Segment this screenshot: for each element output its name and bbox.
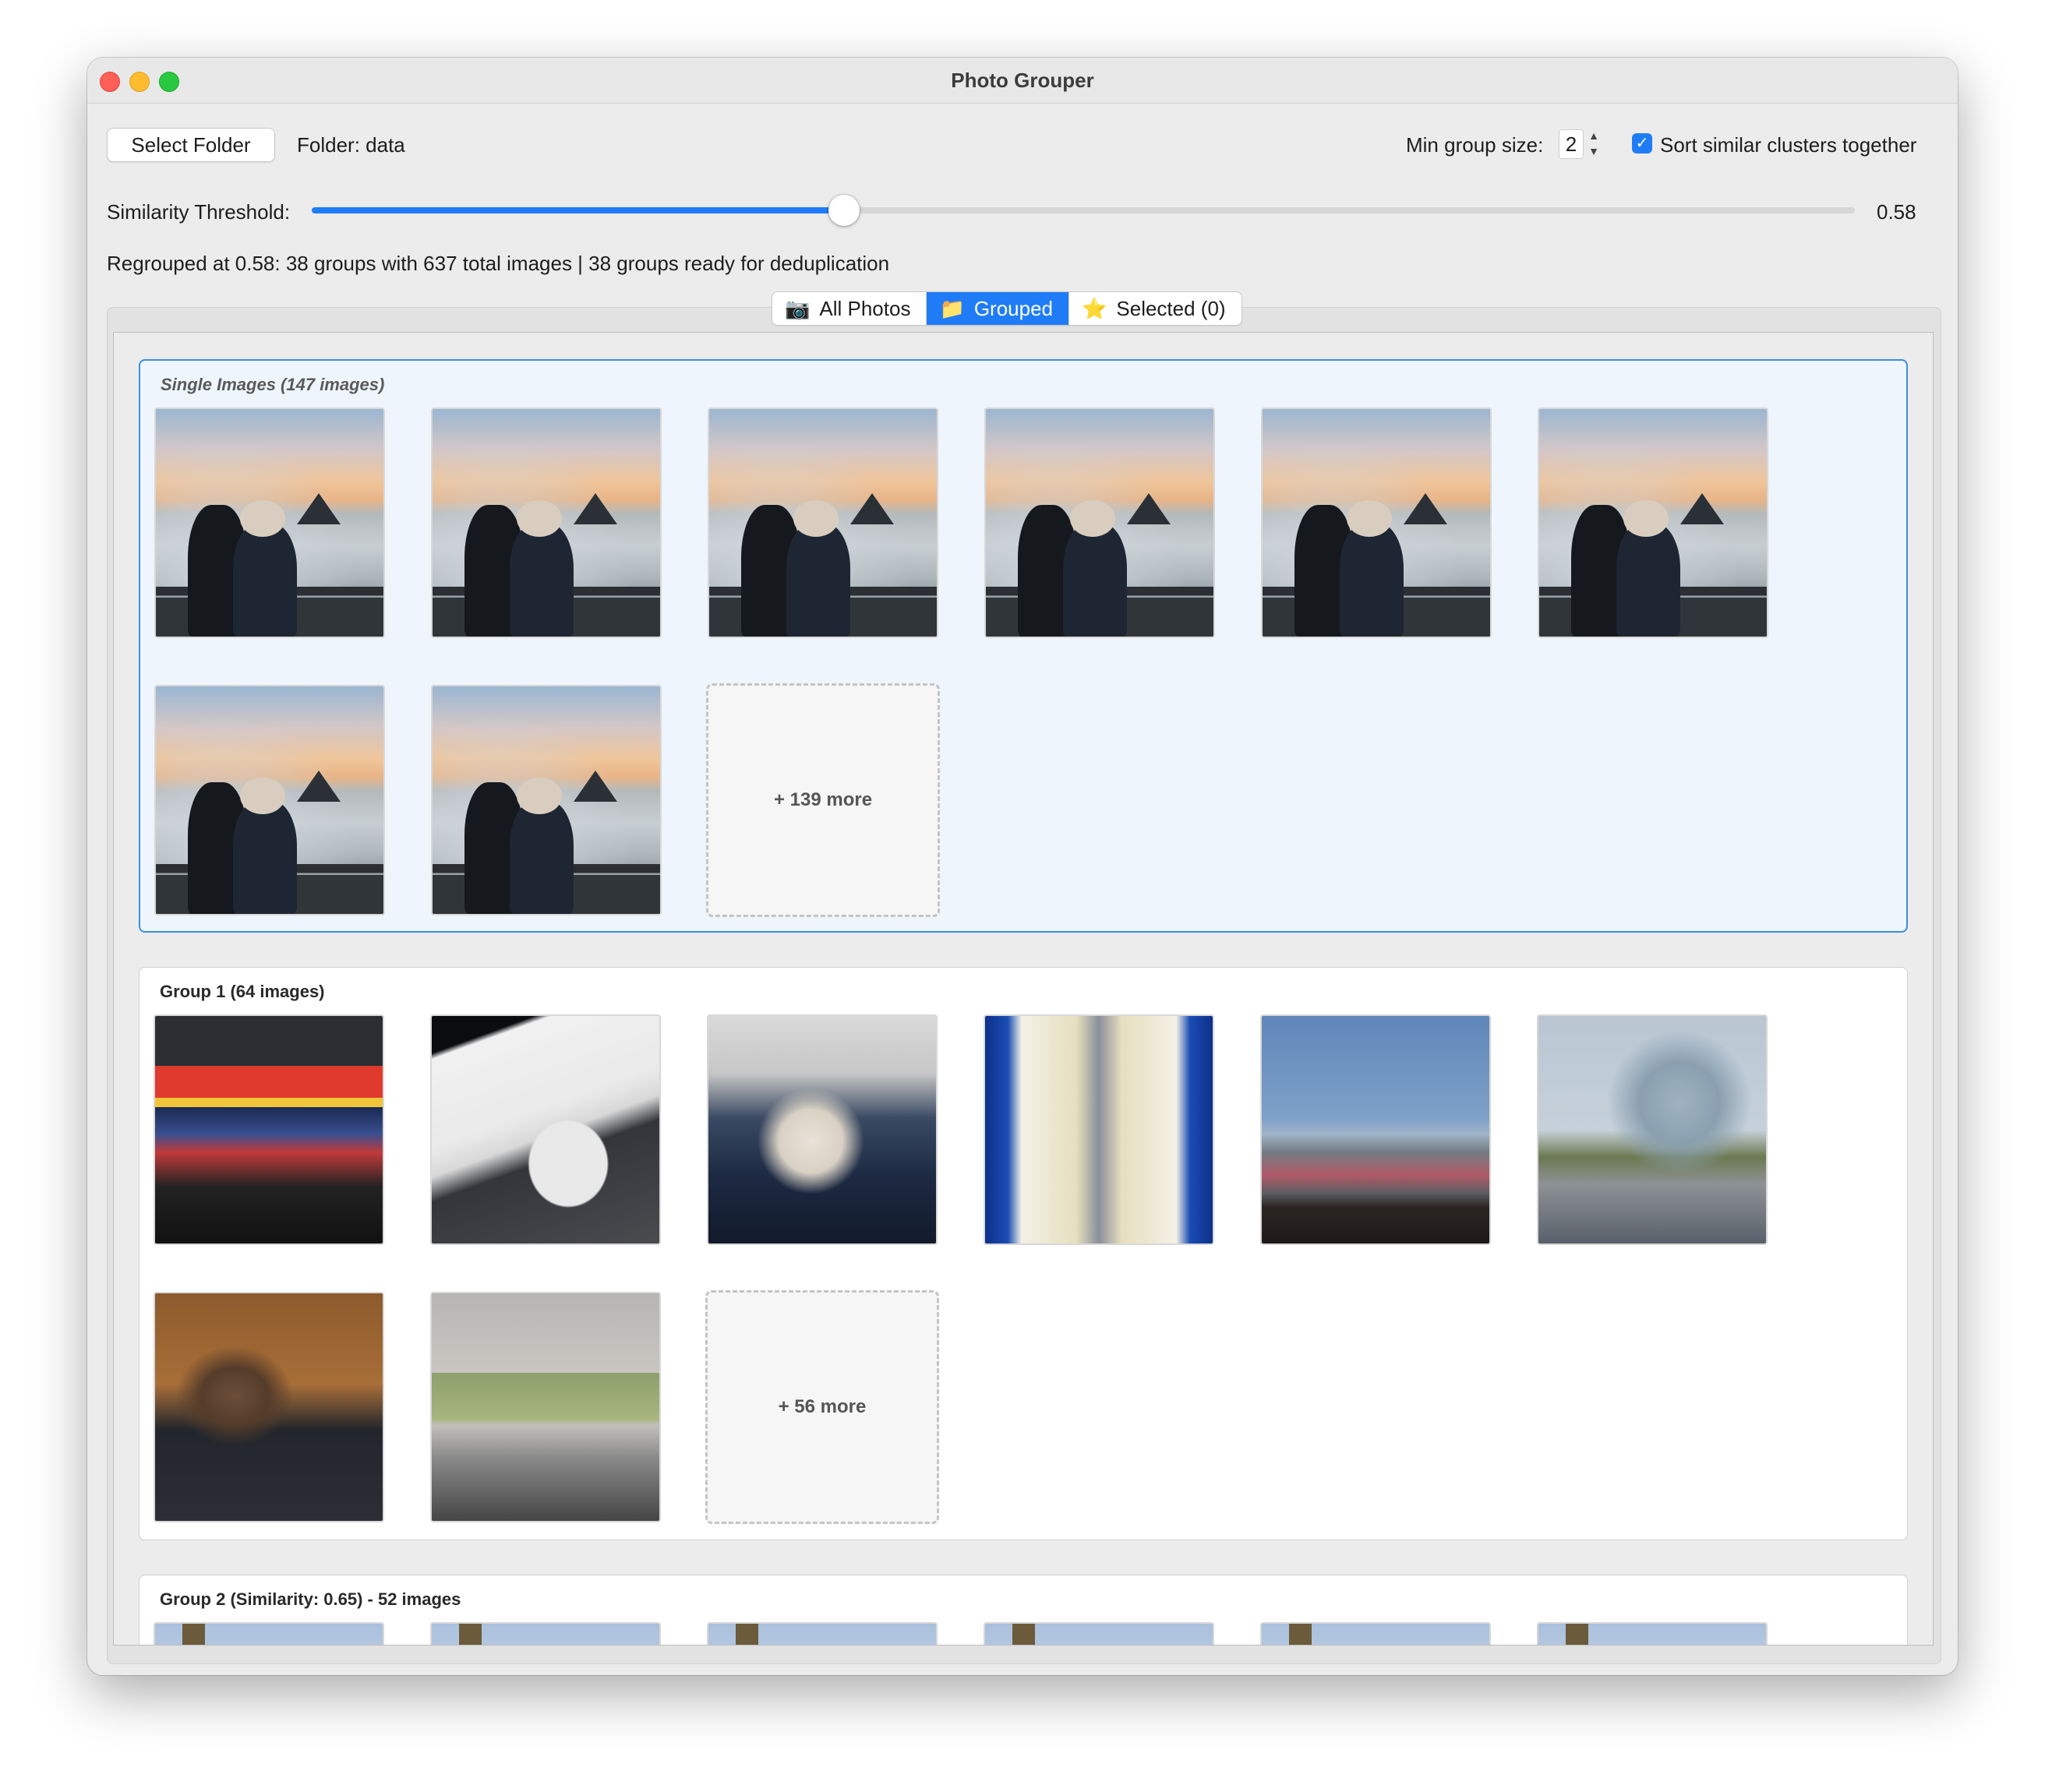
similarity-threshold-label: Similarity Threshold: <box>107 200 291 224</box>
photo-detail <box>793 499 839 537</box>
checkmark-icon: ✓ <box>1635 135 1649 152</box>
photo-detail <box>297 771 341 803</box>
tab-grouped[interactable]: 📁 Grouped <box>927 292 1070 325</box>
photo-thumbnail[interactable] <box>1261 407 1492 638</box>
photo-thumbnail[interactable] <box>707 1014 938 1245</box>
status-text: Regrouped at 0.58: 38 groups with 637 to… <box>107 252 890 275</box>
photo-detail <box>297 493 341 525</box>
photo-thumbnail[interactable] <box>1537 1014 1768 1245</box>
grouped-scroll-area[interactable]: Single Images (147 images) + 139 more Grou… <box>113 332 1934 1646</box>
title-bar: Photo Grouper <box>87 58 1958 104</box>
slider-fill <box>312 207 844 213</box>
photo-thumbnail[interactable] <box>1260 1014 1491 1245</box>
photo-thumbnail[interactable] <box>1538 407 1768 638</box>
photo-thumbnail[interactable] <box>707 1622 938 1645</box>
photo-detail <box>240 499 286 537</box>
camera-icon: 📷 <box>785 296 811 320</box>
photo-detail <box>1404 493 1448 525</box>
sort-clusters-label[interactable]: Sort similar clusters together <box>1660 133 1916 157</box>
chevron-down-icon[interactable]: ▼ <box>1585 143 1602 159</box>
more-images-tile[interactable]: + 139 more <box>706 683 940 917</box>
folder-label: Folder: data <box>297 133 405 157</box>
photo-detail <box>1616 523 1681 637</box>
photo-thumbnail[interactable] <box>154 1014 384 1245</box>
photo-thumbnail[interactable] <box>984 1622 1214 1645</box>
min-group-size-stepper[interactable]: ▲ ▼ <box>1585 128 1602 161</box>
photo-group[interactable]: Group 1 (64 images) + 56 more <box>139 967 1908 1540</box>
single-images-group[interactable]: Single Images (147 images) + 139 more <box>139 359 1908 933</box>
photo-thumbnail[interactable] <box>984 1014 1214 1245</box>
folder-icon: 📁 <box>939 296 965 320</box>
photo-detail <box>1566 1624 1589 1645</box>
photo-thumbnail[interactable] <box>154 1622 384 1645</box>
photo-thumbnail[interactable] <box>430 1014 661 1245</box>
photo-thumbnail[interactable] <box>431 685 662 915</box>
window-title: Photo Grouper <box>951 69 1094 92</box>
group-title: Group 2 (Similarity: 0.65) - 52 images <box>160 1589 461 1609</box>
photo-detail <box>850 493 895 525</box>
photo-detail <box>1012 1624 1036 1645</box>
photo-detail <box>574 493 618 525</box>
min-group-size-input[interactable]: 2 <box>1559 129 1584 159</box>
photo-detail <box>1063 523 1128 637</box>
photo-detail <box>786 523 851 637</box>
photo-detail <box>459 1624 482 1645</box>
photo-detail <box>517 499 563 537</box>
photo-thumbnail[interactable] <box>1260 1622 1491 1645</box>
tab-label: Selected (0) <box>1116 296 1226 320</box>
tab-label: Grouped <box>973 296 1054 320</box>
group-title: Single Images (147 images) <box>161 375 385 394</box>
photo-detail <box>240 777 286 814</box>
tab-bar: 📷 All Photos 📁 Grouped ⭐ Selected (0) <box>772 291 1242 326</box>
threshold-value: 0.58 <box>1877 200 1916 224</box>
photo-thumbnail[interactable] <box>154 1292 384 1522</box>
photo-detail <box>233 523 298 637</box>
photo-detail <box>736 1624 759 1645</box>
photo-thumbnail[interactable] <box>708 407 938 638</box>
app-window: Photo Grouper Select Folder Folder: data… <box>87 58 1958 1675</box>
photo-detail <box>1680 493 1725 525</box>
tab-label: All Photos <box>819 296 911 320</box>
more-images-tile[interactable]: + 56 more <box>705 1290 939 1524</box>
photo-detail <box>1070 499 1116 537</box>
photo-group[interactable]: Group 2 (Similarity: 0.65) - 52 images <box>139 1575 1908 1645</box>
select-folder-button[interactable]: Select Folder <box>107 128 275 162</box>
photo-thumbnail[interactable] <box>154 407 385 638</box>
photo-detail <box>1340 523 1404 637</box>
photo-detail <box>182 1624 206 1645</box>
photo-detail <box>510 800 574 914</box>
photo-detail <box>1127 493 1171 525</box>
photo-thumbnail[interactable] <box>431 407 662 638</box>
photo-detail <box>517 777 563 814</box>
photo-detail <box>1623 499 1669 537</box>
photo-thumbnail[interactable] <box>1537 1622 1768 1645</box>
photo-thumbnail[interactable] <box>430 1622 661 1645</box>
sort-clusters-checkbox[interactable]: ✓ <box>1632 133 1652 153</box>
star-icon: ⭐ <box>1082 296 1107 320</box>
photo-thumbnail[interactable] <box>154 685 385 915</box>
tab-all-photos[interactable]: 📷 All Photos <box>772 292 927 325</box>
photo-detail <box>233 800 298 914</box>
photo-detail <box>510 523 574 637</box>
slider-handle[interactable] <box>828 195 860 226</box>
photo-thumbnail[interactable] <box>430 1292 661 1522</box>
photo-detail <box>1347 499 1393 537</box>
tab-selected-0[interactable]: ⭐ Selected (0) <box>1069 292 1241 325</box>
min-group-size-label: Min group size: <box>1406 133 1544 157</box>
photo-thumbnail[interactable] <box>984 407 1215 638</box>
similarity-threshold-slider[interactable] <box>312 195 1855 226</box>
photo-detail <box>574 771 618 803</box>
photo-detail <box>1289 1624 1312 1645</box>
chevron-up-icon[interactable]: ▲ <box>1585 128 1602 143</box>
group-title: Group 1 (64 images) <box>160 982 325 1001</box>
